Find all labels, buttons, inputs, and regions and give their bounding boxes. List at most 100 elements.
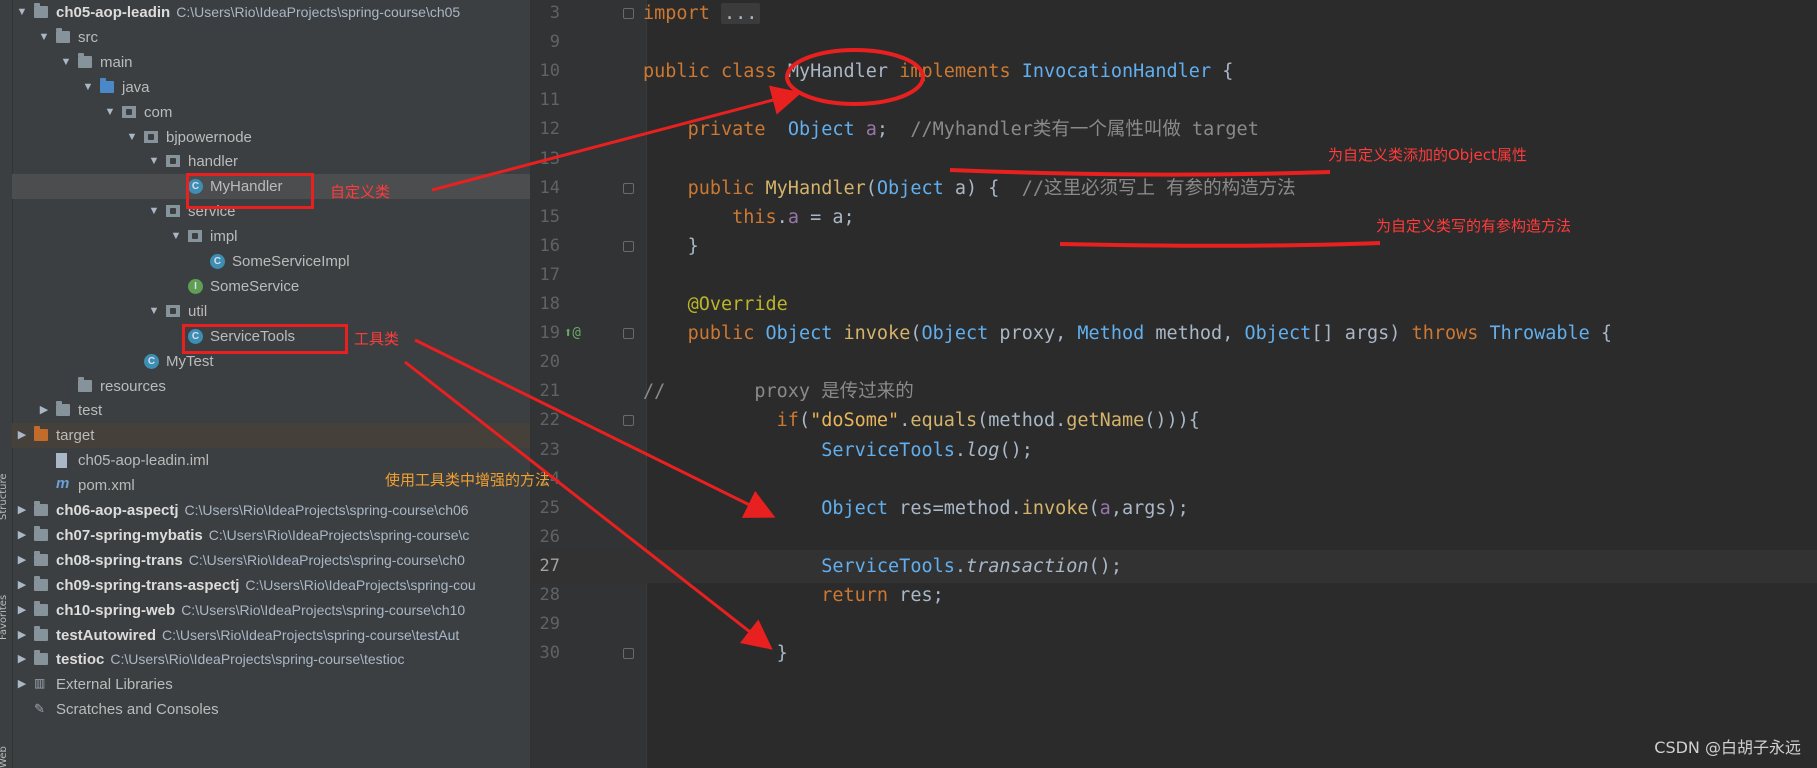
fold-marker-icon[interactable] bbox=[623, 240, 634, 252]
tree-row[interactable]: ▶ ch09-spring-trans-aspectj C:\Users\Rio\I… bbox=[12, 573, 530, 598]
code-token: MyHandler bbox=[787, 61, 889, 83]
folder-icon bbox=[34, 575, 48, 591]
fold-marker-icon[interactable] bbox=[623, 328, 634, 340]
code-token: method, bbox=[1144, 323, 1245, 345]
code-token: res; bbox=[888, 585, 944, 606]
expand-down-icon[interactable]: ▼ bbox=[147, 299, 161, 324]
folder-icon bbox=[34, 550, 48, 566]
expand-right-icon[interactable]: ▶ bbox=[15, 523, 29, 548]
folder-icon bbox=[34, 600, 48, 616]
tree-row[interactable]: ▼ main bbox=[12, 50, 530, 75]
expand-right-icon[interactable]: ▶ bbox=[37, 398, 51, 423]
tree-row-label: testioc C:\Users\Rio\IdeaProjects\spring-… bbox=[56, 647, 404, 672]
tree-row[interactable]: resources bbox=[12, 374, 530, 399]
tree-row-label: target bbox=[56, 423, 94, 448]
module-path: C:\Users\Rio\IdeaProjects\spring-course\… bbox=[208, 526, 470, 543]
web-tab[interactable]: Web bbox=[0, 746, 9, 768]
tree-row[interactable]: ▶ ch07-spring-mybatis C:\Users\Rio\IdeaPro… bbox=[12, 523, 530, 548]
expand-down-icon[interactable]: ▼ bbox=[81, 75, 95, 100]
tree-row[interactable]: ▶ testAutowired C:\Users\Rio\IdeaProjects\… bbox=[12, 623, 530, 648]
code-token: Object bbox=[765, 323, 833, 345]
tree-row-label: impl bbox=[210, 224, 238, 249]
tree-row[interactable]: ✎ Scratches and Consoles bbox=[12, 697, 530, 722]
tree-row[interactable]: ▼ com bbox=[12, 100, 530, 125]
node-name: test bbox=[78, 402, 103, 420]
annotation-object-attr: 为自定义类添加的Object属性 bbox=[1328, 146, 1527, 164]
tree-row[interactable]: ▼ ch05-aop-leadin C:\Users\Rio\IdeaProject… bbox=[12, 0, 530, 25]
code-token: ( bbox=[910, 323, 922, 345]
expand-right-icon[interactable]: ▶ bbox=[15, 672, 29, 697]
module-path: C:\Users\Rio\IdeaProjects\spring-cou bbox=[245, 576, 476, 593]
tree-row[interactable]: ▶ ch08-spring-trans C:\Users\Rio\IdeaProje… bbox=[12, 548, 530, 573]
code-token: ,args); bbox=[1110, 497, 1189, 519]
code-token: InvocationHandler bbox=[1021, 61, 1212, 83]
code-token: invoke bbox=[1021, 497, 1089, 519]
expand-down-icon[interactable]: ▼ bbox=[125, 125, 139, 150]
folder-icon bbox=[34, 501, 48, 516]
code-token: { bbox=[1222, 61, 1234, 83]
tree-row[interactable]: ▶ testioc C:\Users\Rio\IdeaProjects\spring… bbox=[12, 647, 530, 672]
expand-right-icon[interactable]: ▶ bbox=[15, 647, 29, 672]
expand-down-icon[interactable]: ▼ bbox=[15, 0, 29, 25]
expand-right-icon[interactable]: ▶ bbox=[15, 573, 29, 598]
tree-row[interactable]: ▼ bjpowernode bbox=[12, 125, 530, 150]
code-token: = a; bbox=[798, 206, 855, 228]
expand-down-icon[interactable]: ▼ bbox=[103, 100, 117, 125]
tree-row[interactable]: ▼ handler bbox=[12, 149, 530, 174]
tree-row[interactable]: C SomeServiceImpl bbox=[12, 249, 530, 274]
tree-row-label: ch07-spring-mybatis C:\Users\Rio\IdeaProj… bbox=[56, 523, 469, 548]
expand-down-icon[interactable]: ▼ bbox=[147, 149, 161, 174]
module-name: ch10-spring-web bbox=[56, 601, 176, 619]
expand-down-icon[interactable]: ▼ bbox=[169, 224, 183, 249]
tree-row[interactable]: I SomeService bbox=[12, 274, 530, 299]
code-token: //Myhandler类有一个属性叫做 target bbox=[910, 119, 1259, 141]
module-path: C:\Users\Rio\IdeaProjects\spring-course\… bbox=[110, 651, 405, 668]
fold-marker-icon[interactable] bbox=[623, 415, 634, 427]
package-icon bbox=[188, 230, 202, 243]
csdn-watermark: CSDN @白胡子永远 bbox=[1654, 738, 1801, 757]
tree-row-label: com bbox=[144, 100, 172, 125]
code-token: (); bbox=[1088, 555, 1122, 577]
node-name: MyTest bbox=[166, 352, 214, 370]
source-folder-icon bbox=[100, 77, 114, 93]
myhandler-highlight-box bbox=[186, 173, 314, 209]
fold-marker-icon[interactable] bbox=[623, 8, 634, 19]
annotation-custom-class: 自定义类 bbox=[330, 183, 391, 201]
node-name: util bbox=[188, 302, 208, 320]
code-line[interactable]: 30 } bbox=[530, 637, 1817, 671]
module-name: testioc bbox=[56, 651, 105, 669]
tree-row[interactable]: ▼ java bbox=[12, 75, 530, 100]
expand-down-icon[interactable]: ▼ bbox=[59, 50, 73, 75]
code-token: (); bbox=[999, 439, 1033, 461]
servicetools-highlight-box bbox=[182, 324, 348, 354]
tree-row[interactable]: ▶ ▥ External Libraries bbox=[12, 672, 530, 697]
tree-row[interactable]: ▼ impl bbox=[12, 224, 530, 249]
fold-marker-icon[interactable] bbox=[623, 648, 634, 660]
tree-row[interactable]: ▶ ch10-spring-web C:\Users\Rio\IdeaProject… bbox=[12, 598, 530, 623]
structure-tab[interactable]: Structure bbox=[0, 473, 9, 520]
expand-down-icon[interactable]: ▼ bbox=[147, 199, 161, 224]
expand-right-icon[interactable]: ▶ bbox=[15, 423, 29, 448]
code-token: equals bbox=[910, 410, 978, 432]
expand-down-icon[interactable]: ▼ bbox=[37, 25, 51, 50]
folder-icon bbox=[34, 525, 48, 541]
tree-row[interactable]: ▼ src bbox=[12, 25, 530, 50]
tree-row[interactable]: ▶ target bbox=[12, 423, 530, 449]
folder-icon bbox=[78, 376, 92, 392]
fold-marker-icon[interactable] bbox=[623, 182, 634, 194]
expand-right-icon[interactable]: ▶ bbox=[15, 548, 29, 573]
favorites-tab[interactable]: Favorites bbox=[0, 595, 9, 640]
expand-right-icon[interactable]: ▶ bbox=[15, 598, 29, 623]
tree-row[interactable]: ▶ ch06-aop-aspectj C:\Users\Rio\IdeaProjec… bbox=[12, 498, 530, 523]
tree-row[interactable]: ▼ util bbox=[12, 299, 530, 324]
tree-row[interactable]: ▶ test bbox=[12, 398, 530, 423]
expand-right-icon[interactable]: ▶ bbox=[15, 623, 29, 648]
code-editor[interactable]: 3 import ... 9 10 public class MyHandler imp… bbox=[530, 0, 1817, 768]
folder-icon bbox=[56, 401, 70, 417]
expand-right-icon[interactable]: ▶ bbox=[15, 498, 29, 523]
node-name: handler bbox=[188, 153, 239, 171]
